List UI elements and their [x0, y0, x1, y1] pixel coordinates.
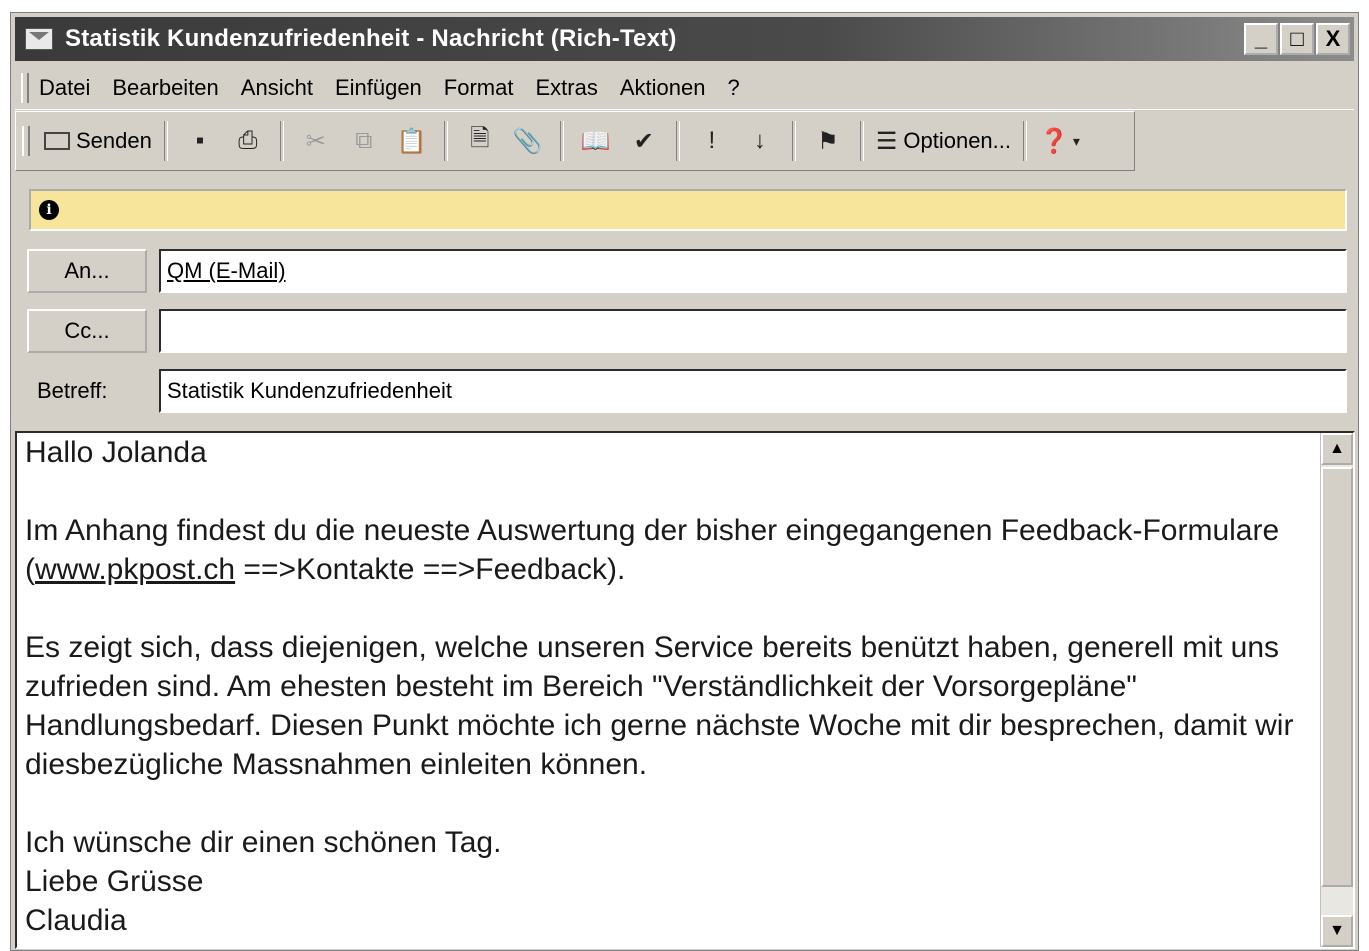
paragraph-attachment: Im Anhang findest du die neueste Auswert… [25, 511, 1315, 589]
vertical-scrollbar[interactable]: ▲ ▼ [1320, 433, 1353, 947]
scroll-thumb[interactable] [1321, 467, 1353, 887]
check-names-button[interactable]: ✔ [624, 121, 664, 161]
importance-high-button[interactable]: ! [692, 121, 732, 161]
standard-toolbar: Senden ▪ ⎙ ✂ ⧉ 📋 🗎 📎 📖 ✔ ! ↓ ⚑ ☰ Optione… [15, 111, 1135, 171]
message-window: Statistik Kundenzufriedenheit - Nachrich… [10, 12, 1359, 951]
envelope-icon [25, 28, 53, 50]
subject-row: Betreff: Statistik Kundenzufriedenheit [27, 367, 1347, 415]
cut-button[interactable]: ✂ [296, 121, 336, 161]
paragraph-findings: Es zeigt sich, dass diejenigen, welche u… [25, 631, 1294, 781]
toolbar-separator [791, 121, 796, 161]
save-icon: ▪ [195, 127, 205, 154]
menu-help[interactable]: ? [727, 75, 739, 101]
send-label: Senden [76, 128, 152, 153]
info-icon: i [39, 200, 59, 220]
paste-icon: 📋 [396, 127, 427, 155]
help-button[interactable]: ❓ ▾ [1039, 121, 1080, 161]
options-icon: ☰ [875, 127, 898, 155]
subject-label: Betreff: [37, 378, 108, 403]
help-icon: ❓ [1039, 127, 1069, 155]
info-bar: i [29, 189, 1347, 231]
send-button[interactable]: Senden [44, 121, 152, 161]
toolbar-separator [1023, 121, 1028, 161]
menu-extras[interactable]: Extras [535, 75, 597, 101]
scroll-down-button[interactable]: ▼ [1321, 915, 1353, 947]
to-recipient[interactable]: QM (E-Mail) [167, 258, 286, 284]
subject-field[interactable]: Statistik Kundenzufriedenheit [159, 369, 1347, 413]
toolbar-separator [859, 121, 864, 161]
save-button[interactable]: ▪ [180, 121, 220, 161]
chevron-down-icon: ▾ [1072, 132, 1080, 149]
importance-high-icon: ! [708, 127, 716, 154]
regards-line: Liebe Grüsse [25, 865, 204, 898]
menu-aktionen[interactable]: Aktionen [620, 75, 706, 101]
toolbar-separator [675, 121, 680, 161]
message-body-text[interactable]: Hallo Jolanda Im Anhang findest du die n… [25, 433, 1315, 940]
cc-row: Cc... [27, 307, 1347, 355]
to-row: An... QM (E-Mail) [27, 247, 1347, 295]
send-envelope-icon [44, 132, 70, 150]
insert-file-icon: 🗎 [470, 124, 490, 152]
options-button[interactable]: ☰ Optionen... [876, 121, 1011, 161]
close-button[interactable]: X [1316, 23, 1350, 55]
menubar-grip-icon[interactable] [21, 73, 29, 103]
toolbar-grip-icon[interactable] [22, 126, 30, 156]
copy-button[interactable]: ⧉ [344, 121, 384, 161]
menu-format[interactable]: Format [444, 75, 514, 101]
p1-after: ==>Kontakte ==>Feedback). [235, 553, 626, 586]
flag-icon: ⚑ [817, 127, 839, 155]
menu-datei[interactable]: Datei [39, 75, 90, 101]
importance-low-button[interactable]: ↓ [740, 121, 780, 161]
to-button[interactable]: An... [27, 249, 147, 293]
window-controls: _ □ X [1244, 23, 1350, 55]
address-book-button[interactable]: 📖 [576, 121, 616, 161]
message-body-editor[interactable]: Hallo Jolanda Im Anhang findest du die n… [15, 431, 1355, 949]
arrow-up-icon: ▲ [1329, 440, 1345, 457]
cc-field[interactable] [159, 309, 1347, 353]
to-field[interactable]: QM (E-Mail) [159, 249, 1347, 293]
options-label: Optionen... [903, 128, 1012, 153]
importance-low-icon: ↓ [753, 127, 766, 154]
address-book-icon: 📖 [580, 127, 611, 155]
toolbar-separator [443, 121, 448, 161]
attach-button[interactable]: 📎 [508, 121, 548, 161]
title-bar[interactable]: Statistik Kundenzufriedenheit - Nachrich… [15, 17, 1354, 61]
toolbar-separator [163, 121, 168, 161]
menu-einfuegen[interactable]: Einfügen [335, 75, 422, 101]
attach-icon: 📎 [512, 127, 543, 155]
scroll-up-button[interactable]: ▲ [1321, 433, 1353, 465]
toolbar-separator [279, 121, 284, 161]
maximize-button[interactable]: □ [1280, 23, 1314, 55]
website-link[interactable]: www.pkpost.ch [35, 553, 235, 586]
closing-line: Ich wünsche dir einen schönen Tag. [25, 826, 502, 859]
flag-button[interactable]: ⚑ [808, 121, 848, 161]
toolbar-separator [559, 121, 564, 161]
arrow-down-icon: ▼ [1329, 922, 1345, 939]
print-icon: ⎙ [238, 127, 258, 154]
cut-icon: ✂ [305, 127, 326, 155]
signature-line: Claudia [25, 904, 127, 937]
paste-button[interactable]: 📋 [392, 121, 432, 161]
menu-bar: Datei Bearbeiten Ansicht Einfügen Format… [15, 67, 1354, 110]
check-names-icon: ✔ [633, 127, 654, 155]
window-title: Statistik Kundenzufriedenheit - Nachrich… [65, 25, 677, 52]
greeting-line: Hallo Jolanda [25, 436, 207, 469]
cc-button[interactable]: Cc... [27, 309, 147, 353]
menu-bearbeiten[interactable]: Bearbeiten [112, 75, 218, 101]
copy-icon: ⧉ [355, 127, 373, 154]
print-button[interactable]: ⎙ [228, 121, 268, 161]
menu-ansicht[interactable]: Ansicht [241, 75, 313, 101]
insert-file-button[interactable]: 🗎 [460, 121, 500, 161]
minimize-button[interactable]: _ [1244, 23, 1278, 55]
